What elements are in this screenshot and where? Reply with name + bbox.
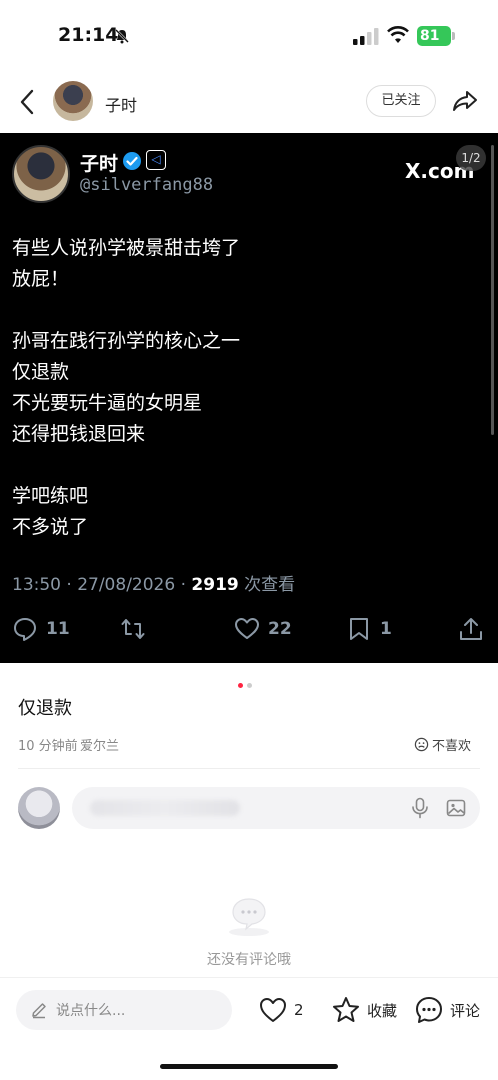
battery-cap — [452, 32, 455, 40]
tweet-line: 仅退款 — [12, 361, 70, 383]
like-button[interactable]: 2 — [258, 994, 304, 1026]
tweet-line: 不多说了 — [12, 516, 89, 538]
empty-comment-icon — [229, 898, 269, 936]
post-time: 10 分钟前 — [18, 739, 78, 754]
reply-count: 11 — [46, 619, 70, 639]
author-avatar[interactable] — [53, 81, 93, 121]
tweet-actions: 11 22 1 — [0, 611, 498, 647]
dislike-button[interactable]: 不喜欢 — [414, 733, 471, 755]
tweet-line — [12, 295, 452, 326]
heart-icon — [235, 618, 259, 639]
signal-icon — [353, 28, 379, 45]
tweet-text: 有些人说孙学被景甜击垮了 放屁！ 孙哥在践行孙学的核心之一 仅退款 不光要玩牛逼… — [12, 233, 452, 543]
favorite-button[interactable]: 收藏 — [331, 994, 397, 1026]
bell-muted-icon — [115, 29, 129, 44]
tweet-author-avatar — [12, 145, 70, 203]
image-scrollbar — [491, 145, 494, 435]
dislike-label: 不喜欢 — [432, 738, 472, 754]
frown-face-icon — [414, 737, 429, 751]
pencil-icon — [32, 1003, 46, 1019]
tweet-like-action: 22 — [234, 611, 292, 647]
tweet-share-action — [458, 611, 492, 647]
battery-icon: 81 — [417, 26, 451, 46]
tweet-timestamp: 13:50 · 27/08/2026 · — [12, 575, 192, 595]
carousel-dot — [247, 683, 252, 688]
comment-placeholder-blurred — [90, 800, 240, 816]
tweet-line: 孙哥在践行孙学的核心之一 — [12, 330, 241, 352]
post-location: 爱尔兰 — [80, 739, 120, 754]
carousel-dot-active — [238, 683, 243, 688]
comment-label: 评论 — [450, 1001, 481, 1020]
battery-level: 81 — [420, 28, 440, 44]
retweet-icon — [121, 619, 145, 639]
tweet-views: 2919 — [191, 575, 239, 595]
follow-button[interactable]: 已关注 — [366, 85, 436, 117]
star-icon — [333, 997, 359, 1022]
bookmark-icon — [350, 618, 368, 640]
verified-badge-icon — [123, 152, 141, 170]
tweet-views-label: 次查看 — [238, 575, 296, 595]
post-title: 仅退款 — [18, 698, 72, 719]
tweet-line — [12, 450, 452, 481]
reply-icon — [14, 618, 36, 641]
author-name[interactable]: 子时 — [105, 92, 137, 116]
like-count: 22 — [268, 619, 292, 639]
wifi-icon — [387, 26, 409, 43]
affiliate-badge-icon: ◁ — [146, 150, 166, 170]
comment-icon — [416, 997, 442, 1023]
comment-button[interactable]: 评论 — [414, 994, 480, 1026]
image-icon[interactable] — [446, 798, 466, 818]
tweet-line: 不光要玩牛逼的女明星 — [12, 392, 203, 414]
share-icon[interactable] — [452, 88, 478, 114]
tweet-line: 学吧练吧 — [12, 485, 89, 507]
empty-comments-text: 还没有评论哦 — [207, 952, 291, 968]
say-something-input[interactable]: 说点什么... — [16, 990, 232, 1030]
tweet-line: 有些人说孙学被景甜击垮了 — [12, 237, 241, 259]
upload-icon — [460, 618, 482, 640]
divider — [18, 768, 480, 769]
status-bar: 21:14 81 — [0, 0, 498, 72]
status-time: 21:14 — [58, 24, 119, 46]
tweet-line: 还得把钱退回来 — [12, 423, 146, 445]
microphone-icon[interactable] — [410, 797, 430, 819]
say-placeholder: 说点什么... — [56, 1003, 126, 1019]
favorite-label: 收藏 — [367, 1001, 398, 1020]
bottom-bar-divider — [0, 977, 498, 978]
tweet-author-name: 子时 — [80, 153, 119, 175]
tweet-line: 放屁！ — [12, 268, 70, 290]
back-icon[interactable] — [16, 88, 38, 116]
user-avatar — [18, 787, 60, 829]
heart-icon — [260, 998, 286, 1022]
image-pager: 1/2 — [456, 145, 486, 171]
home-indicator — [160, 1064, 338, 1069]
tweet-meta: 13:50 · 27/08/2026 · 2919 次查看 — [12, 570, 295, 595]
tweet-reply-action: 11 — [12, 611, 70, 647]
tweet-bookmark-action: 1 — [346, 611, 392, 647]
tweet-author-handle: @silverfang88 — [80, 175, 214, 195]
carousel-indicator — [238, 673, 258, 688]
tweet-retweet-action — [120, 611, 154, 647]
like-count: 2 — [294, 1001, 304, 1019]
post-image[interactable]: 子时 ◁ @silverfang88 X.com 1/2 有些人说孙学被景甜击垮… — [0, 133, 498, 663]
post-header: 子时 已关注 — [0, 72, 498, 132]
bookmark-count: 1 — [380, 619, 392, 639]
